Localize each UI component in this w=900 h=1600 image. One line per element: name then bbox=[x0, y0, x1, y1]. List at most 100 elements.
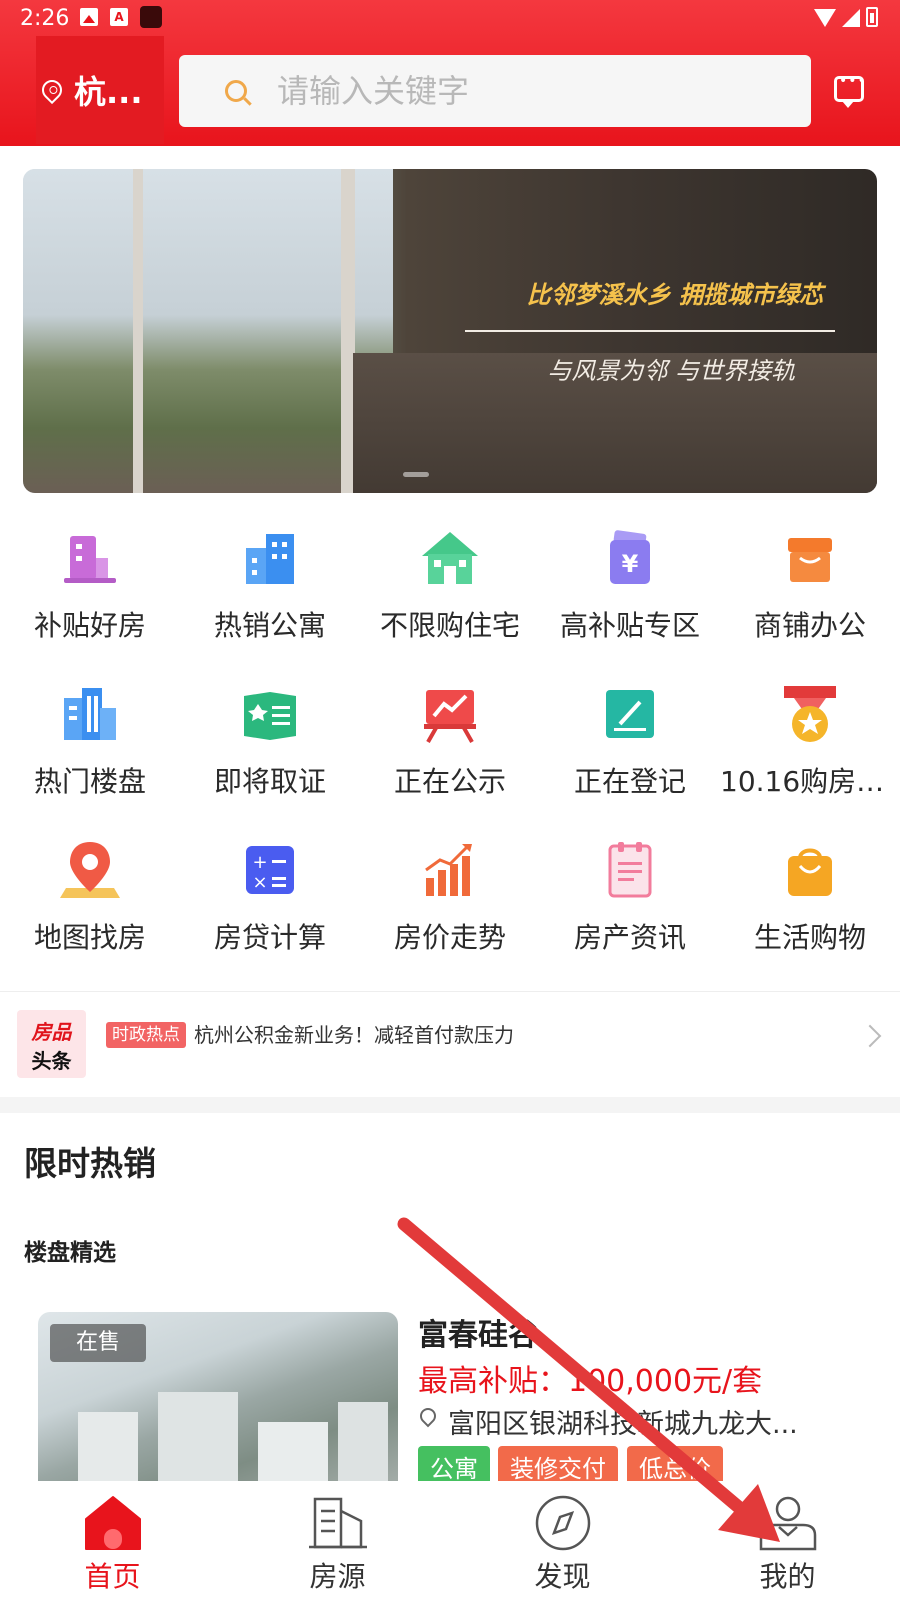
sale-status-badge: 在售 bbox=[50, 1324, 146, 1362]
property-image-building bbox=[258, 1422, 328, 1482]
category-label: 10.16购房新... bbox=[720, 765, 900, 798]
headline-news-strip[interactable]: 房品 头条 时政热点 杭州公积金新业务！减轻首付款压力 bbox=[0, 991, 900, 1097]
city-name: 杭... bbox=[74, 73, 143, 111]
tab-listings[interactable]: 房源 bbox=[225, 1481, 450, 1600]
category-label: 商铺办公 bbox=[753, 609, 866, 642]
category-unrestricted-residence[interactable]: 不限购住宅 bbox=[360, 516, 540, 666]
category-label: 即将取证 bbox=[213, 765, 326, 798]
home-icon bbox=[85, 1496, 141, 1550]
chevron-right-icon[interactable] bbox=[858, 1024, 882, 1048]
category-row: 地图找房 + × 房贷计算 房价走势 房产资讯 生活购物 bbox=[0, 828, 900, 978]
news-category-tag: 时政热点 bbox=[106, 1022, 186, 1048]
building-icon bbox=[309, 1497, 367, 1549]
status-time: 2:26 bbox=[20, 6, 70, 31]
status-notification-icons: A bbox=[80, 6, 162, 30]
promo-banner[interactable]: 比邻梦溪水乡 拥揽城市绿芯 与风景为邻 与世界接轨 bbox=[23, 169, 877, 493]
header-bar: 2:26 A 杭... bbox=[0, 0, 900, 146]
banner-page-indicator bbox=[403, 472, 429, 477]
category-label: 房贷计算 bbox=[213, 921, 326, 954]
tab-home[interactable]: 首页 bbox=[0, 1481, 225, 1600]
user-icon bbox=[759, 1496, 817, 1551]
image-notification-icon bbox=[80, 8, 98, 26]
category-label: 地图找房 bbox=[33, 921, 146, 954]
board-chart-icon bbox=[424, 690, 476, 743]
tab-label: 房源 bbox=[309, 1560, 366, 1593]
bottom-tab-bar: 首页 房源 发现 我的 bbox=[0, 1481, 900, 1600]
message-icon[interactable] bbox=[834, 73, 867, 108]
property-name[interactable]: 富春硅谷 bbox=[418, 1310, 538, 1354]
headline-logo: 房品 头条 bbox=[17, 1010, 86, 1078]
category-label: 正在登记 bbox=[573, 765, 686, 798]
category-property-news[interactable]: 房产资讯 bbox=[540, 828, 720, 978]
category-purchase-policy[interactable]: 10.16购房新... bbox=[720, 672, 900, 822]
search-input[interactable] bbox=[277, 72, 737, 110]
tab-profile[interactable]: 我的 bbox=[675, 1481, 900, 1600]
category-upcoming-certification[interactable]: 即将取证 bbox=[180, 672, 360, 822]
wifi-icon bbox=[814, 9, 836, 27]
category-subsidy-housing[interactable]: 补贴好房 bbox=[0, 516, 180, 666]
category-label: 房产资讯 bbox=[573, 921, 686, 954]
svg-text:+: + bbox=[252, 852, 267, 873]
property-image-building bbox=[78, 1412, 138, 1482]
tower-icon bbox=[64, 688, 116, 740]
banner-slogan: 比邻梦溪水乡 拥揽城市绿芯 bbox=[526, 281, 823, 309]
tab-label: 我的 bbox=[759, 1560, 816, 1593]
city-selector[interactable]: 杭... bbox=[36, 36, 164, 144]
property-tag-apartment: 公寓 bbox=[418, 1446, 490, 1486]
status-system-icons bbox=[814, 7, 878, 27]
banner-window-frame bbox=[133, 169, 143, 493]
section-subtitle: 楼盘精选 bbox=[24, 1240, 116, 1266]
svg-text:×: × bbox=[252, 872, 267, 893]
category-public-notice[interactable]: 正在公示 bbox=[360, 672, 540, 822]
shopping-bag-icon bbox=[788, 848, 832, 896]
property-subsidy: 最高补贴：100,000元/套 bbox=[418, 1364, 763, 1399]
section-divider bbox=[0, 1097, 900, 1113]
shop-icon bbox=[788, 538, 832, 582]
category-map-search[interactable]: 地图找房 bbox=[0, 828, 180, 978]
apartment-icon bbox=[246, 534, 294, 584]
category-label: 热销公寓 bbox=[213, 609, 326, 642]
category-shop-office[interactable]: 商铺办公 bbox=[720, 516, 900, 666]
house-icon bbox=[422, 532, 478, 584]
app-notification-icon bbox=[140, 6, 162, 28]
category-label: 热门楼盘 bbox=[33, 765, 146, 798]
tab-label: 首页 bbox=[84, 1560, 141, 1593]
category-label: 补贴好房 bbox=[33, 609, 146, 642]
property-address: 富阳区银湖科技新城九龙大... bbox=[448, 1409, 798, 1440]
property-image-building bbox=[338, 1402, 388, 1482]
svg-text:¥: ¥ bbox=[622, 550, 639, 578]
property-tag-low-price: 低总价 bbox=[627, 1446, 723, 1486]
category-hot-apartment[interactable]: 热销公寓 bbox=[180, 516, 360, 666]
certificate-icon bbox=[244, 692, 296, 740]
calculator-icon: + × bbox=[246, 846, 294, 894]
category-high-subsidy[interactable]: ¥ 高补贴专区 bbox=[540, 516, 720, 666]
category-life-shopping[interactable]: 生活购物 bbox=[720, 828, 900, 978]
news-clipboard-icon bbox=[608, 842, 652, 898]
category-label: 正在公示 bbox=[393, 765, 506, 798]
banner-subtitle: 与风景为邻 与世界接轨 bbox=[547, 357, 795, 385]
signal-icon bbox=[842, 9, 860, 27]
property-tag-decorated: 装修交付 bbox=[498, 1446, 618, 1486]
location-pin-icon bbox=[37, 75, 67, 105]
category-mortgage-calculator[interactable]: + × 房贷计算 bbox=[180, 828, 360, 978]
medal-icon bbox=[784, 686, 836, 742]
property-image-building bbox=[158, 1392, 238, 1482]
search-bar[interactable] bbox=[179, 55, 811, 127]
battery-icon bbox=[866, 7, 878, 27]
category-price-trend[interactable]: 房价走势 bbox=[360, 828, 540, 978]
tab-discover[interactable]: 发现 bbox=[450, 1481, 675, 1600]
font-notification-icon: A bbox=[110, 8, 128, 26]
headline-logo-line2: 头条 bbox=[31, 1049, 72, 1073]
section-title: 限时热销 bbox=[24, 1144, 156, 1183]
category-registering[interactable]: 正在登记 bbox=[540, 672, 720, 822]
headline-logo-line1: 房品 bbox=[31, 1020, 72, 1044]
category-label: 不限购住宅 bbox=[379, 609, 520, 642]
category-label: 高补贴专区 bbox=[559, 609, 700, 642]
news-headline[interactable]: 杭州公积金新业务！减轻首付款压力 bbox=[194, 1022, 514, 1048]
banner-divider bbox=[465, 330, 835, 332]
trend-icon bbox=[425, 844, 472, 896]
status-bar: 2:26 A bbox=[0, 0, 900, 36]
category-hot-estates[interactable]: 热门楼盘 bbox=[0, 672, 180, 822]
category-label: 房价走势 bbox=[393, 921, 506, 954]
subsidy-building-icon bbox=[64, 536, 116, 583]
